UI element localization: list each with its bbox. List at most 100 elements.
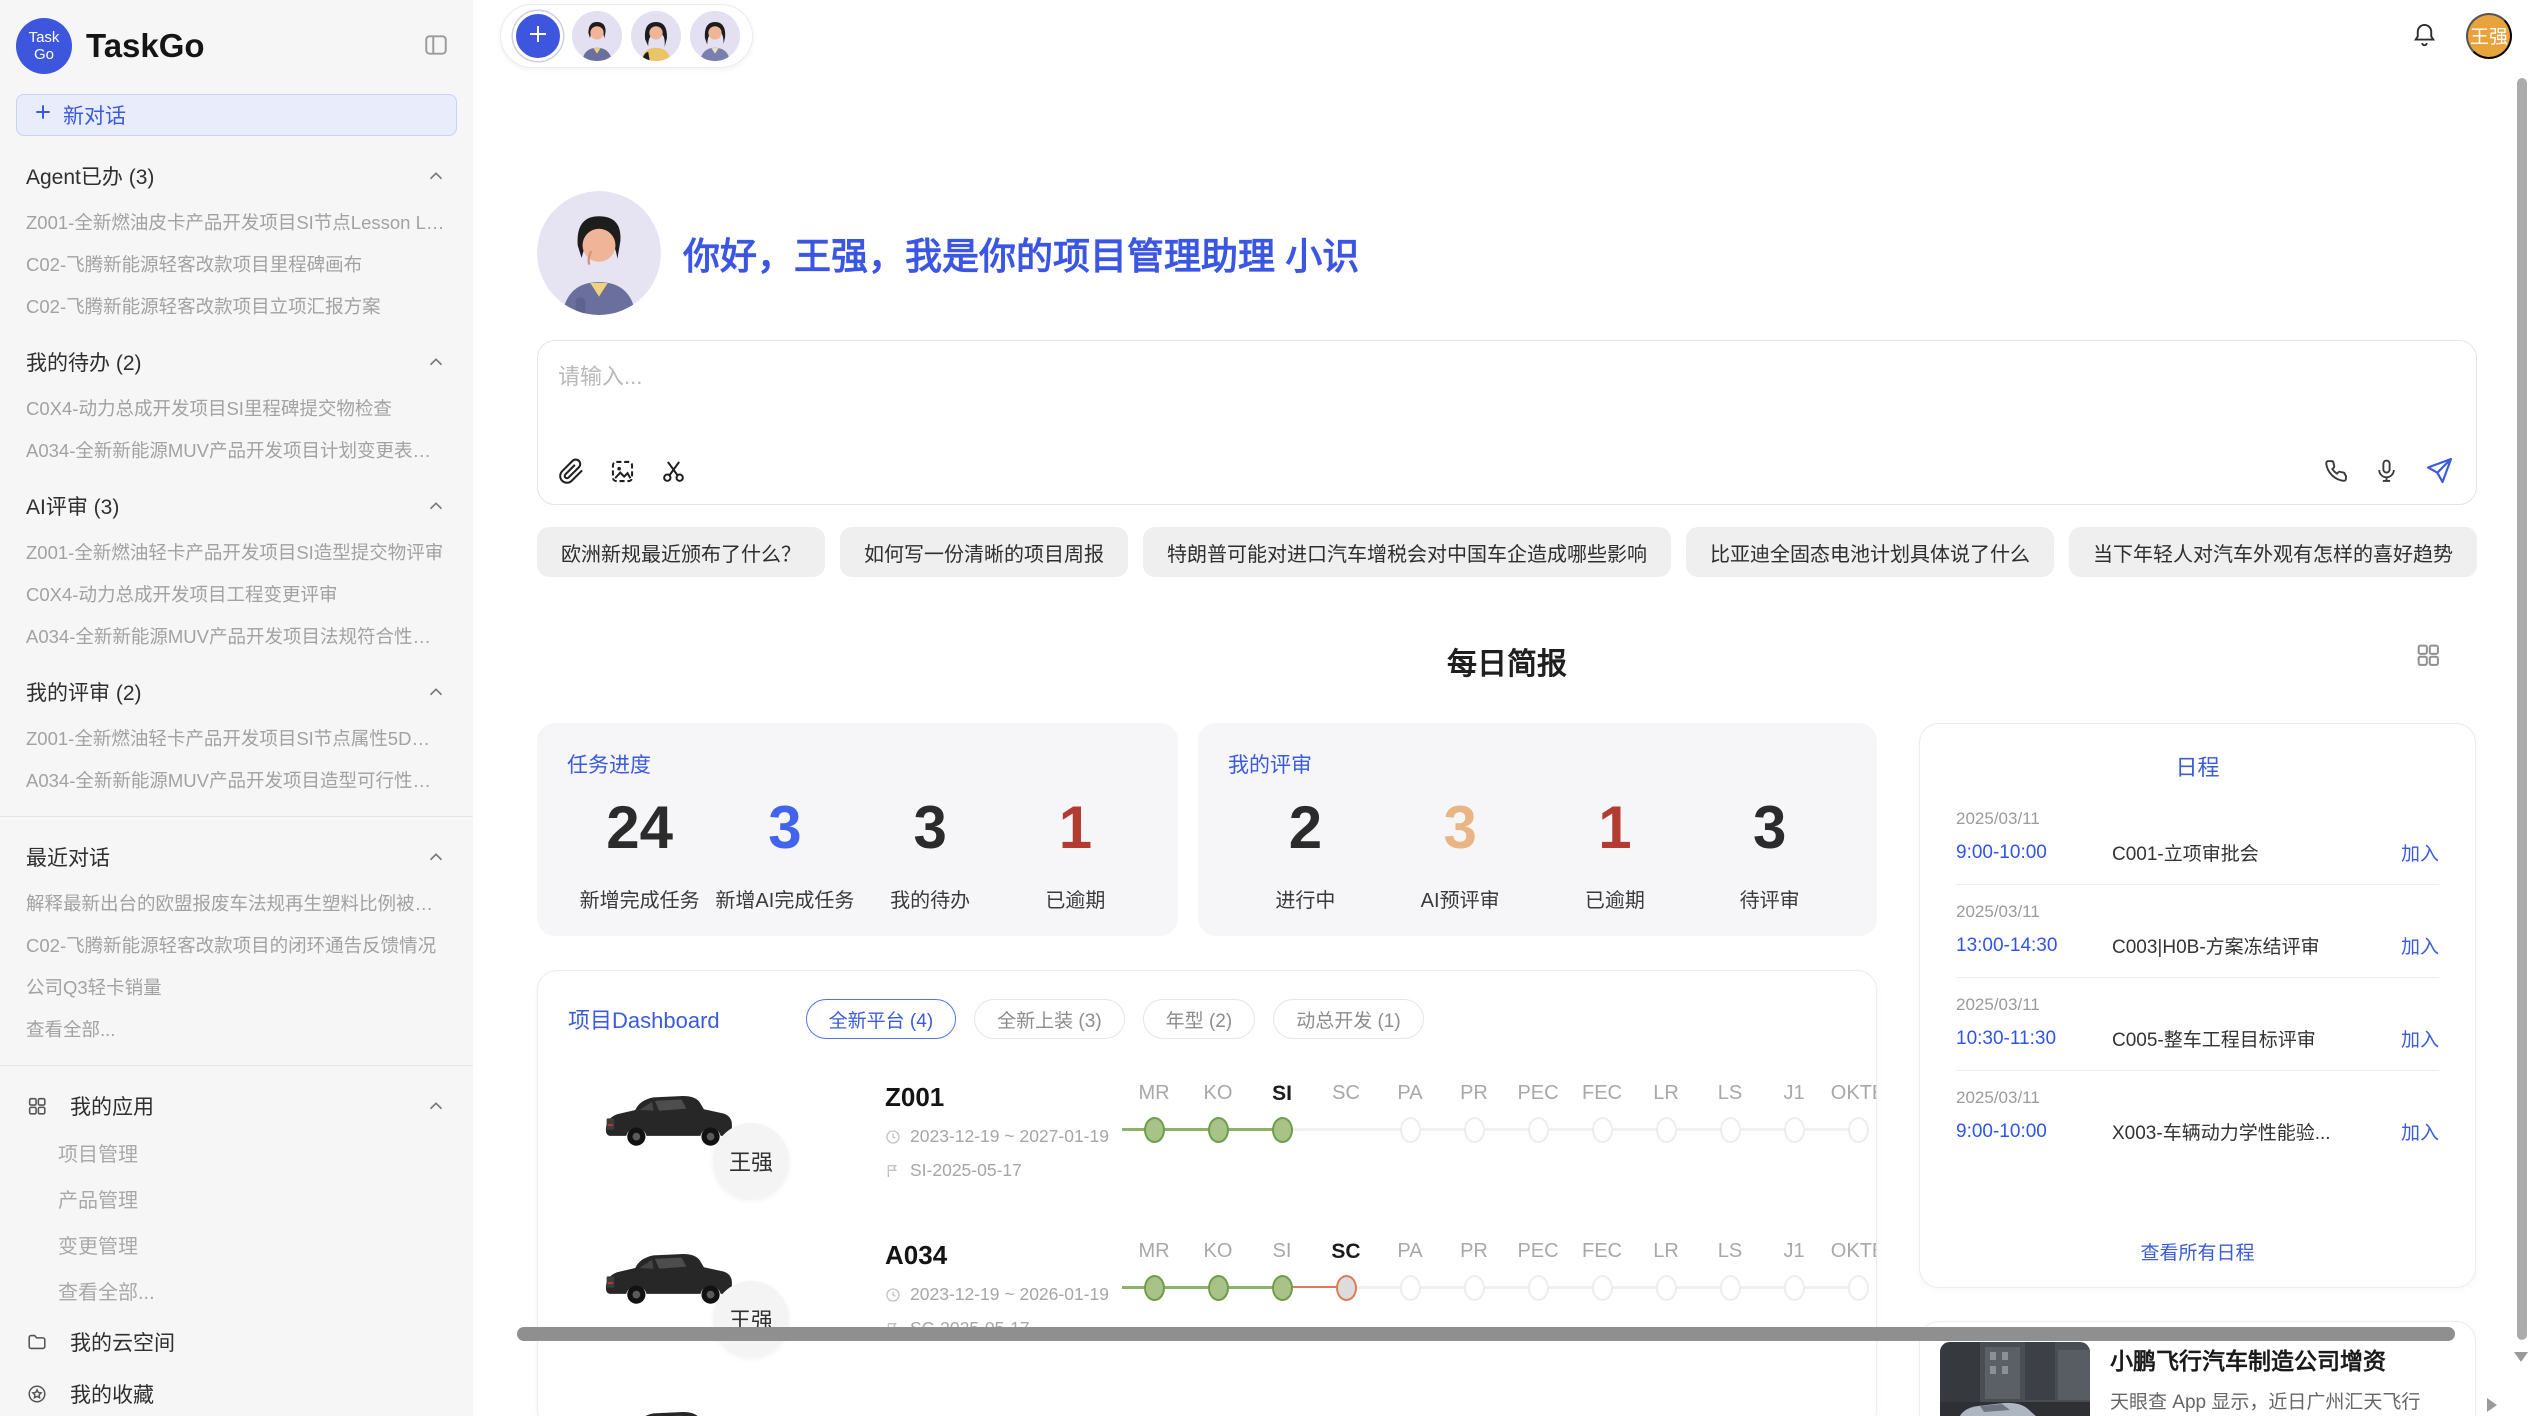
milestone-label: LS	[1698, 1240, 1762, 1270]
sidebar-item-my-apps[interactable]: 我的应用	[0, 1080, 473, 1132]
stat-card-title: 任务进度	[567, 749, 1148, 779]
milestone-label: PEC	[1506, 1082, 1570, 1112]
stat-value: 3	[1383, 793, 1538, 862]
sidebar-conversation-item[interactable]: A034-全新新能源MUV产品开发项目计划变更表编写	[0, 430, 473, 472]
milestone-dot-lr	[1656, 1275, 1677, 1301]
sidebar-section-header[interactable]: AI评审 (3)	[0, 480, 473, 532]
sidebar-recent-item[interactable]: 公司Q3轻卡销量	[0, 967, 473, 1009]
sidebar-conversation-item[interactable]: Z001-全新燃油轻卡产品开发项目SI节点属性5D文件评审	[0, 718, 473, 760]
sidebar-conversation-item[interactable]: A034-全新新能源MUV产品开发项目造型可行性评审	[0, 760, 473, 802]
horizontal-scrollbar[interactable]	[517, 1327, 2455, 1341]
join-meeting-link[interactable]: 加入	[2401, 839, 2439, 866]
new-conversation-button[interactable]	[513, 11, 563, 61]
vertical-scrollbar[interactable]	[2517, 78, 2527, 1340]
folder-icon	[26, 1331, 48, 1353]
sidebar-recent-item[interactable]: C02-飞腾新能源轻客改款项目的闭环通告反馈情况	[0, 925, 473, 967]
avatar-illustration	[572, 11, 622, 61]
milestone-label: SC	[1314, 1082, 1378, 1112]
sidebar-app-item[interactable]: 项目管理	[0, 1132, 473, 1178]
sidebar-conversation-item[interactable]: C0X4-动力总成开发项目工程变更评审	[0, 574, 473, 616]
voice-call-button[interactable]	[2323, 458, 2348, 486]
sidebar-conversation-item[interactable]: Z001-全新燃油皮卡产品开发项目SI节点Lesson Learn报告	[0, 202, 473, 244]
conversation-avatar-2[interactable]	[631, 11, 681, 61]
dashboard-tab[interactable]: 年型 (2)	[1143, 999, 1256, 1039]
conversation-avatar-3[interactable]	[690, 11, 740, 61]
sidebar-section-header[interactable]: 我的评审 (2)	[0, 666, 473, 718]
scroll-right-arrow-icon[interactable]	[2487, 1398, 2497, 1412]
stat-label: AI预评审	[1383, 884, 1538, 913]
milestone-dot-ko	[1208, 1117, 1229, 1143]
clock-icon	[885, 1129, 901, 1145]
attach-image-button[interactable]	[609, 458, 636, 488]
conversation-avatar-1[interactable]	[572, 11, 622, 61]
schedule-time: 9:00-10:00	[1956, 1121, 2086, 1143]
suggestion-chip[interactable]: 当下年轻人对汽车外观有怎样的喜好趋势	[2069, 527, 2477, 577]
stat-item: 2进行中	[1228, 793, 1383, 913]
input-attachments	[558, 458, 687, 488]
stat-label: 我的待办	[858, 884, 1003, 913]
panel-collapse-icon	[423, 46, 449, 61]
sidebar-app-item[interactable]: 变更管理	[0, 1224, 473, 1270]
milestone-dot-oktb	[1848, 1117, 1869, 1143]
dashboard-tab[interactable]: 全新平台 (4)	[806, 999, 957, 1039]
milestone-dot-j1	[1784, 1275, 1805, 1301]
dashboard-tab[interactable]: 动总开发 (1)	[1273, 999, 1424, 1039]
news-body: 天眼查 App 显示，近日广州汇天飞行汽...	[2110, 1390, 2455, 1416]
microphone-button[interactable]	[2374, 458, 2399, 486]
suggestion-chip[interactable]: 比亚迪全固态电池计划具体说了什么	[1686, 527, 2054, 577]
schedule-date: 2025/03/11	[1956, 902, 2439, 922]
user-avatar[interactable]: 王强	[2466, 13, 2512, 59]
sidebar-section-header[interactable]: Agent已办 (3)	[0, 150, 473, 202]
assistant-illustration	[537, 191, 661, 315]
clip-screenshot-button[interactable]	[660, 458, 687, 488]
join-meeting-link[interactable]: 加入	[2401, 932, 2439, 959]
milestone-dots	[1122, 1112, 1877, 1148]
attach-file-button[interactable]	[558, 458, 585, 488]
milestone-label: OKTB	[1826, 1240, 1877, 1270]
project-dashboard-card: 项目Dashboard 全新平台 (4)全新上装 (3)年型 (2)动总开发 (…	[537, 970, 1877, 1416]
schedule-date: 2025/03/11	[1956, 995, 2439, 1015]
suggestion-chip[interactable]: 如何写一份清晰的项目周报	[840, 527, 1128, 577]
sidebar-section-header[interactable]: 最近对话	[0, 831, 473, 883]
milestone-dot-sc	[1336, 1275, 1357, 1301]
send-button[interactable]	[2425, 456, 2454, 488]
view-all-schedule-link[interactable]: 查看所有日程	[1920, 1238, 2475, 1265]
join-meeting-link[interactable]: 加入	[2401, 1025, 2439, 1052]
milestone-label: FEC	[1570, 1082, 1634, 1112]
sidebar-conversation-item[interactable]: C02-飞腾新能源轻客改款项目里程碑画布	[0, 244, 473, 286]
schedule-row: 13:00-14:30C003|H0B-方案冻结评审加入	[1956, 932, 2439, 959]
sidebar-item-badge[interactable]: 我的收藏	[0, 1368, 473, 1416]
milestone-dot-j1	[1784, 1117, 1805, 1143]
sidebar-section-header[interactable]: 我的待办 (2)	[0, 336, 473, 388]
sidebar-conversation-item[interactable]: A034-全新新能源MUV产品开发项目法规符合性评审	[0, 616, 473, 658]
bell-icon	[2411, 21, 2438, 51]
sidebar-conversation-item[interactable]: C0X4-动力总成开发项目SI里程碑提交物检查	[0, 388, 473, 430]
join-meeting-link[interactable]: 加入	[2401, 1118, 2439, 1145]
dashboard-tab[interactable]: 全新上装 (3)	[974, 999, 1125, 1039]
chat-input[interactable]: 请输入...	[537, 340, 2477, 505]
grid-icon	[2414, 657, 2442, 672]
sidebar-conversation-item[interactable]: Z001-全新燃油轻卡产品开发项目SI造型提交物评审	[0, 532, 473, 574]
notifications-button[interactable]	[2411, 21, 2438, 51]
sidebar-item-folder[interactable]: 我的云空间	[0, 1316, 473, 1368]
sidebar-collapse-button[interactable]	[421, 30, 451, 63]
app-title: TaskGo	[86, 27, 421, 65]
stat-item: 3我的待办	[858, 793, 1003, 913]
briefing-layout-button[interactable]	[2414, 641, 2442, 672]
stat-card-title: 我的评审	[1228, 749, 1847, 779]
milestone-dot-pr	[1464, 1275, 1485, 1301]
milestone-dot-si	[1272, 1275, 1293, 1301]
stat-value: 3	[1692, 793, 1847, 862]
schedule-name: C003|H0B-方案冻结评审	[2112, 932, 2401, 959]
suggestion-chip[interactable]: 特朗普可能对进口汽车增税会对中国车企造成哪些影响	[1143, 527, 1671, 577]
suggestion-chip[interactable]: 欧洲新规最近颁布了什么？	[537, 527, 825, 577]
sidebar-conversation-item[interactable]: C02-飞腾新能源轻客改款项目立项汇报方案	[0, 286, 473, 328]
scroll-down-arrow-icon[interactable]	[2514, 1352, 2528, 1362]
sidebar-app-item[interactable]: 查看全部...	[0, 1270, 473, 1316]
sidebar-app-item[interactable]: 产品管理	[0, 1178, 473, 1224]
milestone-labels: MRKOSISCPAPRPECFECLRLSJ1OKTB	[1122, 1240, 1877, 1270]
sidebar-recent-item[interactable]: 查看全部...	[0, 1009, 473, 1051]
schedule-card: 日程 2025/03/119:00-10:00C001-立项审批会加入2025/…	[1919, 723, 2476, 1288]
sidebar-recent-item[interactable]: 解释最新出台的欧盟报废车法规再生塑料比例被调至15%...	[0, 883, 473, 925]
new-chat-button[interactable]: 新对话	[16, 94, 457, 136]
